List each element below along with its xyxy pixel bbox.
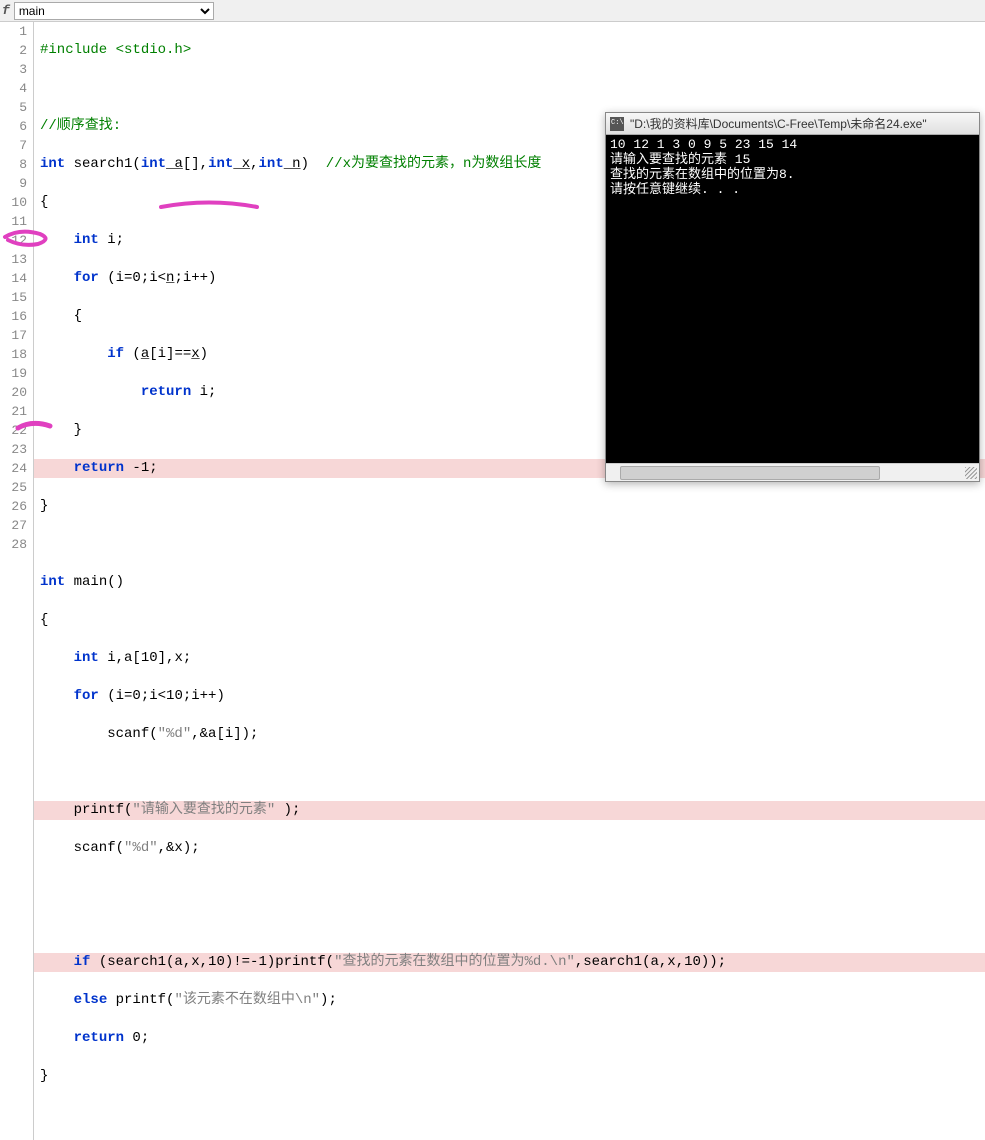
function-select[interactable]: main [14, 2, 214, 20]
line-gutter: 1234567891011121314151617181920212223242… [0, 22, 34, 1140]
console-scrollbar[interactable] [606, 463, 979, 481]
function-icon: f [2, 3, 10, 18]
console-output: 10 12 1 3 0 9 5 23 15 14 请输入要查找的元素 15 查找… [606, 135, 979, 463]
console-window: "D:\我的资料库\Documents\C-Free\Temp\未命名24.ex… [605, 112, 980, 482]
toolbar: f main [0, 0, 985, 22]
scrollbar-thumb[interactable] [620, 466, 880, 480]
console-title-text: "D:\我的资料库\Documents\C-Free\Temp\未命名24.ex… [630, 115, 927, 132]
resize-grip[interactable] [965, 467, 977, 479]
console-icon [610, 117, 624, 131]
console-titlebar[interactable]: "D:\我的资料库\Documents\C-Free\Temp\未命名24.ex… [606, 113, 979, 135]
